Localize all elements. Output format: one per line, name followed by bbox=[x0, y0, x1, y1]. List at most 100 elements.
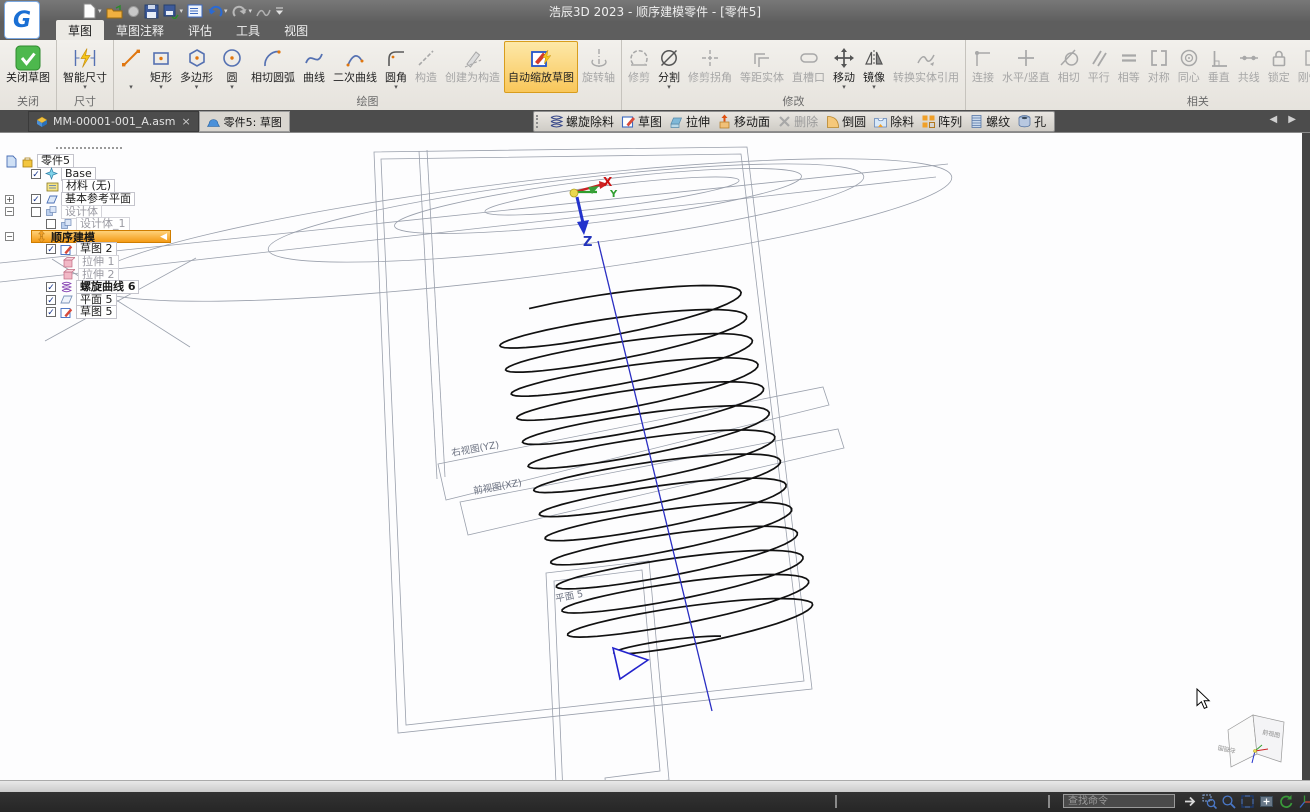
document-tab-0[interactable]: MM-00001-001_A.asm× bbox=[28, 111, 199, 132]
toolbar-button-sketch-tool[interactable]: 草图 bbox=[618, 113, 665, 130]
dropdown-arrow-icon[interactable]: ▾ bbox=[224, 7, 228, 15]
ribbon-button-polygon[interactable]: 多边形▾ bbox=[176, 41, 217, 93]
active-feature-highlight[interactable]: 顺序建模◀ bbox=[31, 230, 171, 243]
view-orientation-indicator[interactable]: 右视图 前视图 bbox=[1217, 715, 1284, 767]
qat-button-link[interactable] bbox=[127, 2, 140, 20]
move-face-icon bbox=[717, 114, 732, 129]
ribbon-button-split[interactable]: 分割▾ bbox=[654, 41, 684, 93]
tree-item-6[interactable]: − 顺序建模◀ bbox=[2, 231, 202, 244]
ribbon-button-curve[interactable]: 曲线 bbox=[299, 41, 329, 93]
tree-item-2[interactable]: 材料 (无) bbox=[2, 180, 202, 193]
status-divider bbox=[1048, 795, 1050, 808]
toolbar-button-label: 除料 bbox=[890, 113, 914, 130]
z-axis-line[interactable] bbox=[598, 241, 712, 711]
ribbon-button-tangent-arc[interactable]: 相切圆弧 bbox=[247, 41, 299, 93]
ribbon-button-label: 自动缩放草图 bbox=[508, 71, 574, 84]
ribbon-button-move[interactable]: 移动▾ bbox=[829, 41, 859, 93]
ribbon-button-auto-scale-sketch[interactable]: 自动缩放草图 bbox=[504, 41, 578, 93]
origin-triad: X Y Z bbox=[570, 175, 618, 250]
document-tab-1[interactable]: 零件5: 草图 bbox=[199, 111, 290, 132]
ribbon-button-line[interactable]: ▾ bbox=[116, 41, 146, 93]
dropdown-arrow-icon[interactable]: ▾ bbox=[98, 7, 102, 15]
toolbar-button-hole-tool[interactable]: 孔 bbox=[1014, 113, 1049, 130]
qat-button-save[interactable] bbox=[144, 2, 159, 20]
ribbon-button-smart-dimension[interactable]: 智能尺寸▾ bbox=[59, 41, 111, 93]
visibility-checkbox[interactable]: ✓ bbox=[46, 295, 56, 305]
ribbon-button-collinear: 共线 bbox=[1234, 41, 1264, 93]
tree-item-0[interactable]: 零件5 bbox=[2, 155, 202, 168]
toolbar-button-delete: 删除 bbox=[774, 113, 821, 130]
qat-button-undo[interactable]: ▾ bbox=[207, 2, 228, 20]
qat-button-properties[interactable] bbox=[187, 2, 203, 20]
y-axis-label: Y bbox=[609, 189, 618, 200]
ribbon-tab-0[interactable]: 草图 bbox=[56, 20, 104, 40]
visibility-checkbox[interactable] bbox=[31, 207, 41, 217]
ribbon-button-check-green[interactable]: 关闭草图 bbox=[2, 41, 54, 93]
helix-curve[interactable] bbox=[500, 286, 813, 654]
qat-button-save-all[interactable]: ▾ bbox=[163, 2, 184, 20]
status-icon-view-orient[interactable] bbox=[1297, 794, 1310, 809]
ribbon-button-trim: 修剪 bbox=[624, 41, 654, 93]
command-search-input[interactable] bbox=[1063, 794, 1175, 808]
lock-icon bbox=[1268, 47, 1290, 69]
status-icon-fit[interactable] bbox=[1240, 794, 1255, 809]
ribbon-button-circle[interactable]: 圆▾ bbox=[217, 41, 247, 93]
dropdown-arrow-icon[interactable]: ▾ bbox=[249, 7, 253, 15]
ribbon-group-label: 修改 bbox=[624, 95, 963, 110]
cutout-tool-icon bbox=[873, 114, 888, 129]
ribbon-button-rectangle[interactable]: 矩形▾ bbox=[146, 41, 176, 93]
dropdown-arrow-icon[interactable]: ▾ bbox=[180, 7, 184, 15]
ribbon-tab-1[interactable]: 草图注释 bbox=[104, 20, 176, 40]
panel-drag-handle[interactable] bbox=[56, 147, 122, 152]
visibility-checkbox[interactable]: ✓ bbox=[46, 282, 56, 292]
qat-button-new-document[interactable]: ▾ bbox=[82, 2, 102, 20]
status-icon-command-arrow[interactable] bbox=[1183, 794, 1198, 809]
tree-item-5[interactable]: 设计体_1 bbox=[2, 218, 202, 231]
tree-item-7[interactable]: ✓草图 2 bbox=[2, 243, 202, 256]
status-icon-zoom[interactable] bbox=[1221, 794, 1236, 809]
ribbon-tab-2[interactable]: 评估 bbox=[176, 20, 224, 40]
collapse-icon[interactable]: − bbox=[5, 232, 14, 241]
visibility-checkbox[interactable]: ✓ bbox=[31, 194, 41, 204]
visibility-checkbox[interactable]: ✓ bbox=[46, 307, 56, 317]
toolbar-button-round-tool[interactable]: 倒圆 bbox=[822, 113, 869, 130]
ribbon-tab-3[interactable]: 工具 bbox=[224, 20, 272, 40]
toolbar-button-thread-tool[interactable]: 螺纹 bbox=[966, 113, 1013, 130]
ribbon-button-fillet[interactable]: 圆角▾ bbox=[381, 41, 411, 93]
tab-nav-arrows[interactable]: ◀ ▶ bbox=[1269, 114, 1300, 125]
tree-item-3[interactable]: +✓基本参考平面 bbox=[2, 193, 202, 206]
qat-button-customize-arrow[interactable] bbox=[275, 2, 284, 20]
toolbar-button-helix-cutout[interactable]: 螺旋除料 bbox=[546, 113, 617, 130]
collapse-icon[interactable]: − bbox=[5, 207, 14, 216]
pattern-tool-icon bbox=[921, 114, 936, 129]
ribbon-group: 连接水平/竖直相切平行相等对称同心垂直共线锁定刚性集对称轴保持关系相关 bbox=[966, 40, 1310, 110]
link-icon bbox=[127, 5, 140, 18]
status-icon-pan-window[interactable] bbox=[1259, 794, 1274, 809]
ribbon-tab-4[interactable]: 视图 bbox=[272, 20, 320, 40]
tree-item-11[interactable]: ✓平面 5 bbox=[2, 294, 202, 307]
toolbar-button-extrude-tool[interactable]: 拉伸 bbox=[666, 113, 713, 130]
status-icon-rotate[interactable] bbox=[1278, 794, 1293, 809]
ribbon-button-tangent: 相切 bbox=[1054, 41, 1084, 93]
tree-item-10[interactable]: ✓螺旋曲线 6 bbox=[2, 281, 202, 294]
toolbar-button-move-face[interactable]: 移动面 bbox=[714, 113, 773, 130]
toolbar-button-cutout-tool[interactable]: 除料 bbox=[870, 113, 917, 130]
qat-button-open-folder[interactable] bbox=[106, 2, 123, 20]
visibility-checkbox[interactable]: ✓ bbox=[46, 244, 56, 254]
ribbon-button-conic[interactable]: 二次曲线 bbox=[329, 41, 381, 93]
toolbar-button-pattern-tool[interactable]: 阵列 bbox=[918, 113, 965, 130]
ribbon-button-mirror[interactable]: 镜像▾ bbox=[859, 41, 889, 93]
visibility-checkbox[interactable]: ✓ bbox=[31, 169, 41, 179]
tree-item-8[interactable]: 拉伸 1 bbox=[2, 256, 202, 269]
extrude-icon-icon bbox=[62, 268, 75, 281]
close-tab-icon[interactable]: × bbox=[181, 115, 190, 128]
toolbar-grip-icon[interactable] bbox=[536, 115, 542, 128]
qat-button-sign[interactable] bbox=[256, 2, 271, 20]
tree-item-12[interactable]: ✓草图 5 bbox=[2, 306, 202, 319]
expand-icon[interactable]: + bbox=[5, 195, 14, 204]
doc-blue-icon bbox=[5, 155, 18, 168]
visibility-checkbox[interactable] bbox=[46, 219, 56, 229]
qat-button-redo[interactable]: ▾ bbox=[232, 2, 253, 20]
app-logo-icon[interactable]: G bbox=[4, 1, 40, 39]
status-icon-zoom-area[interactable] bbox=[1202, 794, 1217, 809]
